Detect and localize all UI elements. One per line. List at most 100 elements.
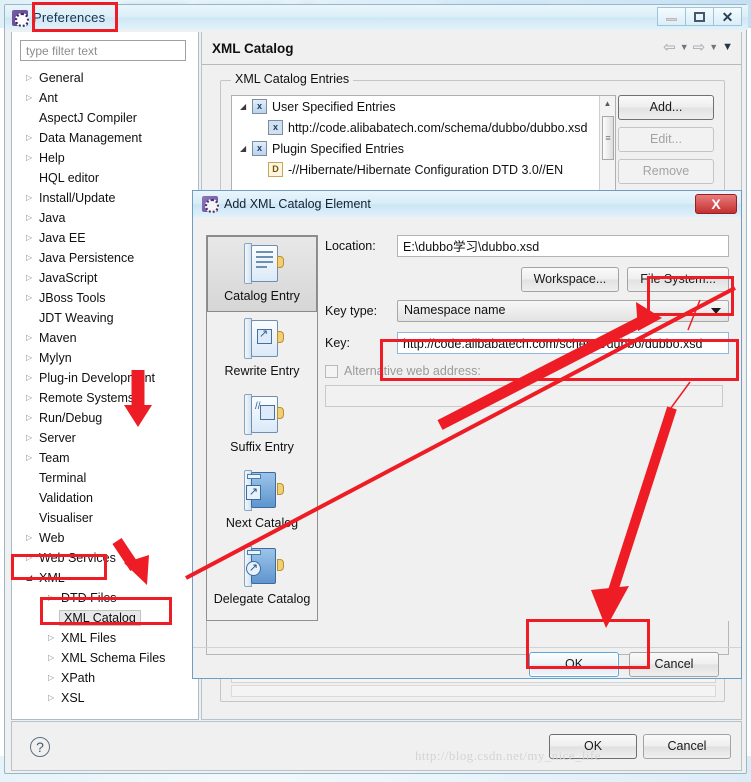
chevron-right-icon[interactable]: ▷: [26, 154, 37, 162]
sidebar-item-web[interactable]: ▷ Web: [12, 528, 198, 548]
chevron-right-icon[interactable]: ▷: [26, 354, 37, 362]
sidebar-item-hql-editor[interactable]: ▷HQL editor: [12, 168, 198, 188]
sidebar-item-plug-in-development[interactable]: ▷ Plug-in Development: [12, 368, 198, 388]
key-type-combo[interactable]: Namespace name: [397, 300, 729, 322]
chevron-right-icon[interactable]: ▷: [48, 694, 59, 702]
sidebar-item-visualiser[interactable]: ▷Visualiser: [12, 508, 198, 528]
sidebar-item-mylyn[interactable]: ▷ Mylyn: [12, 348, 198, 368]
edit-button[interactable]: Edit...: [618, 127, 714, 152]
key-input[interactable]: http://code.alibabatech.com/schema/dubbo…: [397, 332, 729, 354]
sidebar-item-jdt-weaving[interactable]: ▷JDT Weaving: [12, 308, 198, 328]
filter-input[interactable]: type filter text: [20, 40, 186, 61]
chevron-down-icon[interactable]: ◢: [26, 574, 37, 582]
sidebar-item-xml-files[interactable]: ▷ XML Files: [12, 628, 198, 648]
forward-history-chevron-down-icon[interactable]: ▼: [709, 43, 718, 52]
type-item-suffix-entry[interactable]: // Suffix Entry: [207, 388, 317, 464]
alternative-web-address-row[interactable]: Alternative web address:: [325, 364, 729, 378]
chevron-right-icon[interactable]: ▷: [26, 94, 37, 102]
sidebar-item-general[interactable]: ▷ General: [12, 68, 198, 88]
sidebar-item-run-debug[interactable]: ▷ Run/Debug: [12, 408, 198, 428]
sidebar-item-javascript[interactable]: ▷ JavaScript: [12, 268, 198, 288]
chevron-right-icon[interactable]: ▷: [48, 594, 59, 602]
arrow-left-icon[interactable]: ⇦: [663, 40, 676, 55]
sidebar-item-java-ee[interactable]: ▷ Java EE: [12, 228, 198, 248]
type-item-next-catalog[interactable]: ↗ Next Catalog: [207, 464, 317, 540]
help-icon[interactable]: ?: [30, 737, 50, 757]
chevron-right-icon[interactable]: ▷: [26, 294, 37, 302]
chevron-right-icon[interactable]: ▷: [26, 334, 37, 342]
sidebar-item-java[interactable]: ▷ Java: [12, 208, 198, 228]
dialog-close-button[interactable]: X: [695, 194, 737, 214]
sidebar-item-web-services[interactable]: ▷ Web Services: [12, 548, 198, 568]
chevron-right-icon[interactable]: ▷: [26, 74, 37, 82]
chevron-right-icon[interactable]: ▷: [26, 414, 37, 422]
alternative-web-address-input[interactable]: [325, 385, 723, 407]
dialog-cancel-button[interactable]: Cancel: [629, 652, 719, 677]
chevron-right-icon[interactable]: ▷: [26, 274, 37, 282]
type-item-rewrite-entry[interactable]: ↗ Rewrite Entry: [207, 312, 317, 388]
sidebar-item-maven[interactable]: ▷ Maven: [12, 328, 198, 348]
maximize-button[interactable]: [685, 7, 714, 26]
sidebar-item-aspectj-compiler[interactable]: ▷AspectJ Compiler: [12, 108, 198, 128]
sidebar-item-xml-schema-files[interactable]: ▷ XML Schema Files: [12, 648, 198, 668]
chevron-down-icon[interactable]: ◢: [240, 102, 252, 111]
dialog-titlebar[interactable]: Add XML Catalog Element X: [193, 191, 741, 217]
sidebar-item-validation[interactable]: ▷Validation: [12, 488, 198, 508]
location-input[interactable]: E:\dubbo学习\dubbo.xsd: [397, 235, 729, 257]
view-menu-chevron-down-icon[interactable]: ▼: [722, 42, 733, 53]
group-bottom-strip: [231, 685, 716, 697]
chevron-right-icon[interactable]: ▷: [26, 134, 37, 142]
type-label: Suffix Entry: [230, 440, 294, 454]
type-item-catalog-entry[interactable]: Catalog Entry: [207, 236, 317, 312]
chevron-right-icon[interactable]: ▷: [26, 194, 37, 202]
preferences-titlebar[interactable]: Preferences ✕: [5, 5, 748, 30]
add-button[interactable]: Add...: [618, 95, 714, 120]
preferences-cancel-button[interactable]: Cancel: [643, 734, 731, 759]
chevron-right-icon[interactable]: ▷: [26, 254, 37, 262]
sidebar-item-server[interactable]: ▷ Server: [12, 428, 198, 448]
sidebar-item-xsl[interactable]: ▷ XSL: [12, 688, 198, 708]
catalog-entry-row[interactable]: x http://code.alibabatech.com/schema/dubb…: [232, 117, 615, 138]
chevron-right-icon[interactable]: ▷: [26, 374, 37, 382]
minimize-button[interactable]: [657, 7, 686, 26]
chevron-down-icon[interactable]: ◢: [240, 144, 252, 153]
workspace-button[interactable]: Workspace...: [520, 267, 620, 292]
type-item-delegate-catalog[interactable]: ↗ Delegate Catalog: [207, 540, 317, 616]
chevron-right-icon[interactable]: ▷: [26, 534, 37, 542]
sidebar-item-data-management[interactable]: ▷ Data Management: [12, 128, 198, 148]
chevron-right-icon[interactable]: ▷: [26, 214, 37, 222]
scrollbar-thumb[interactable]: [602, 116, 614, 160]
chevron-right-icon[interactable]: ▷: [26, 234, 37, 242]
sidebar-item-remote-systems[interactable]: ▷ Remote Systems: [12, 388, 198, 408]
chevron-right-icon[interactable]: ▷: [26, 394, 37, 402]
arrow-right-icon[interactable]: ⇨: [693, 40, 706, 55]
sidebar-item-terminal[interactable]: ▷Terminal: [12, 468, 198, 488]
sidebar-item-install-update[interactable]: ▷ Install/Update: [12, 188, 198, 208]
remove-button[interactable]: Remove: [618, 159, 714, 184]
sidebar-item-ant[interactable]: ▷ Ant: [12, 88, 198, 108]
dialog-ok-button[interactable]: OK: [529, 652, 619, 677]
sidebar-item-xml-catalog[interactable]: ▷XML Catalog: [12, 608, 198, 628]
alternative-web-address-checkbox[interactable]: [325, 364, 338, 378]
sidebar-item-jboss-tools[interactable]: ▷ JBoss Tools: [12, 288, 198, 308]
chevron-right-icon[interactable]: ▷: [26, 434, 37, 442]
sidebar-item-team[interactable]: ▷ Team: [12, 448, 198, 468]
back-history-chevron-down-icon[interactable]: ▼: [680, 43, 689, 52]
sidebar-item-help[interactable]: ▷ Help: [12, 148, 198, 168]
sidebar-item-xpath[interactable]: ▷ XPath: [12, 668, 198, 688]
close-button[interactable]: ✕: [713, 7, 742, 26]
sidebar-item-dtd-files[interactable]: ▷ DTD Files: [12, 588, 198, 608]
scroll-up-icon[interactable]: ▲: [600, 96, 615, 112]
chevron-right-icon[interactable]: ▷: [48, 654, 59, 662]
xml-catalog-group-icon: x: [252, 99, 267, 114]
chevron-right-icon[interactable]: ▷: [48, 674, 59, 682]
catalog-entry-row[interactable]: D -//Hibernate/Hibernate Configuration DT…: [232, 159, 615, 180]
chevron-right-icon[interactable]: ▷: [48, 634, 59, 642]
catalog-entry-row[interactable]: ◢ x Plugin Specified Entries: [232, 138, 615, 159]
sidebar-item-java-persistence[interactable]: ▷ Java Persistence: [12, 248, 198, 268]
file-system-button[interactable]: File System...: [627, 267, 729, 292]
chevron-right-icon[interactable]: ▷: [26, 454, 37, 462]
catalog-entry-row[interactable]: ◢ x User Specified Entries: [232, 96, 615, 117]
sidebar-item-xml[interactable]: ◢ XML: [12, 568, 198, 588]
chevron-right-icon[interactable]: ▷: [26, 554, 37, 562]
